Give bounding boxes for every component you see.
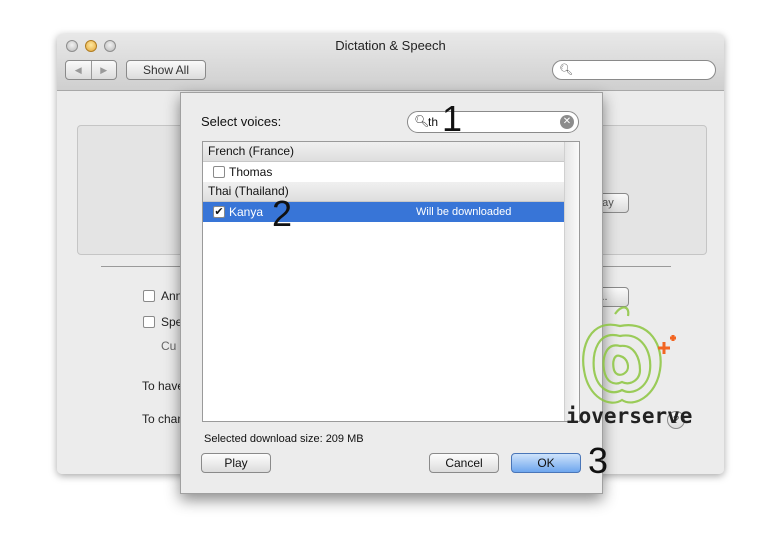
voice-search-value[interactable]: th bbox=[428, 115, 438, 129]
cancel-button[interactable]: Cancel bbox=[429, 453, 499, 473]
voice-row-kanya[interactable]: ✔ Kanya Will be downloaded bbox=[203, 202, 579, 222]
voices-table[interactable]: French (France) Thomas Thai (Thailand) ✔… bbox=[202, 141, 580, 422]
select-voices-sheet: Select voices: 🔍︎ th ✕ French (France) T… bbox=[180, 92, 603, 494]
forward-arrow-icon[interactable]: ▶ bbox=[92, 61, 117, 79]
preferences-search-field[interactable]: 🔍︎ bbox=[552, 60, 716, 80]
back-arrow-icon[interactable]: ◀ bbox=[66, 61, 92, 79]
voice-checkbox[interactable] bbox=[213, 166, 225, 178]
annotation-2: 2 bbox=[272, 193, 293, 234]
voice-search-field[interactable]: 🔍︎ th ✕ bbox=[407, 111, 579, 133]
ok-button[interactable]: OK bbox=[511, 453, 581, 473]
title-bar: Dictation & Speech ◀ ▶ Show All 🔍︎ bbox=[57, 34, 724, 91]
to-have-text: To have bbox=[142, 379, 185, 393]
annotation-3: 3 bbox=[588, 440, 609, 481]
download-size-text: Selected download size: 209 MB bbox=[204, 433, 364, 445]
voice-name: Kanya bbox=[229, 205, 264, 219]
window-title: Dictation & Speech bbox=[335, 38, 446, 53]
search-icon: 🔍︎ bbox=[414, 114, 430, 128]
search-icon: 🔍︎ bbox=[559, 64, 573, 76]
language-group-header: Thai (Thailand) bbox=[203, 182, 579, 202]
announce-checkbox[interactable] bbox=[143, 290, 155, 302]
voice-name: Thomas bbox=[229, 165, 273, 179]
play-button[interactable]: Play bbox=[201, 453, 271, 473]
watermark-text: ioverserve bbox=[566, 404, 693, 428]
show-all-button[interactable]: Show All bbox=[126, 60, 206, 80]
speak-checkbox[interactable] bbox=[143, 316, 155, 328]
annotation-1: 1 bbox=[442, 98, 463, 139]
select-voices-label: Select voices: bbox=[201, 114, 282, 129]
clear-search-icon[interactable]: ✕ bbox=[560, 115, 574, 129]
voice-row-thomas[interactable]: Thomas bbox=[203, 162, 579, 182]
voice-status: Will be downloaded bbox=[416, 206, 512, 218]
voice-checkbox-checked[interactable]: ✔ bbox=[213, 206, 225, 218]
current-key-label: Cu bbox=[161, 339, 177, 353]
language-group-header: French (France) bbox=[203, 142, 579, 162]
back-forward-buttons[interactable]: ◀ ▶ bbox=[65, 60, 117, 80]
